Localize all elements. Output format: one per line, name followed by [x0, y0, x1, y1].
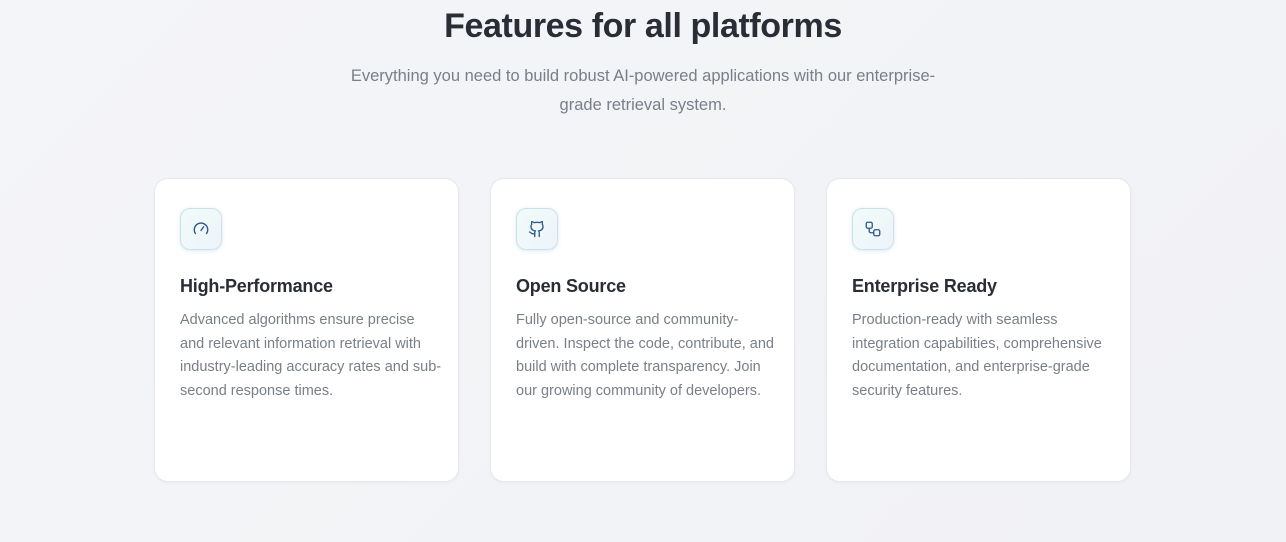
workflow-icon: [852, 208, 894, 250]
github-icon: [516, 208, 558, 250]
feature-title: Enterprise Ready: [852, 276, 997, 296]
feature-description: Production-ready with seamless integrati…: [852, 312, 1102, 399]
feature-description: Advanced algorithms ensure precise and r…: [180, 312, 442, 399]
features-section: Features for all platforms Everything yo…: [0, 0, 1286, 542]
gauge-icon: [180, 208, 222, 250]
feature-card-high-performance: High-Performance Advanced algorithms ens…: [154, 178, 459, 482]
feature-card-enterprise-ready: Enterprise Ready Production-ready with s…: [826, 178, 1131, 482]
feature-title: Open Source: [516, 276, 626, 296]
section-subtitle: Everything you need to build robust AI-p…: [350, 67, 936, 114]
feature-title: High-Performance: [180, 276, 333, 296]
section-title: Features for all platforms: [444, 7, 842, 45]
feature-description: Fully open-source and community-driven. …: [516, 312, 774, 399]
feature-card-open-source: Open Source Fully open-source and commun…: [490, 178, 795, 482]
